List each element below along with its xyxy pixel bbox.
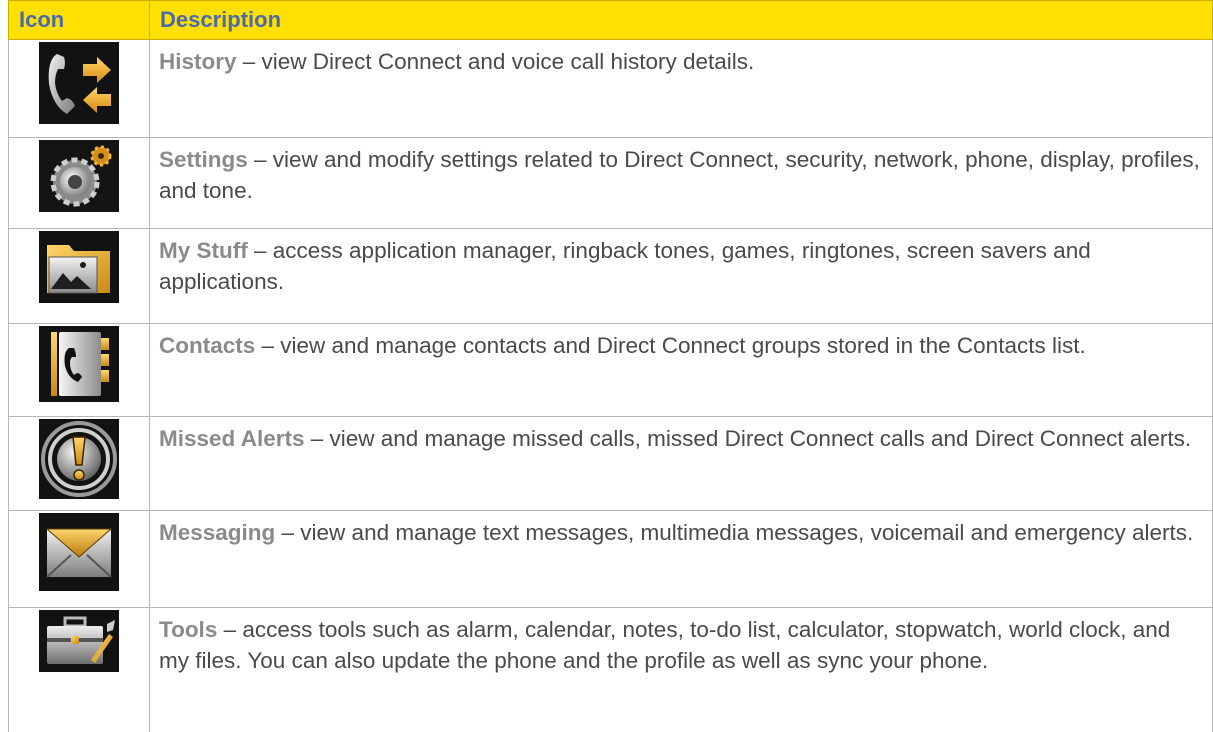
item-text: – view Direct Connect and voice call his…: [237, 49, 755, 74]
description-cell: Tools – access tools such as alarm, cale…: [150, 608, 1213, 732]
item-name: History: [159, 49, 237, 74]
item-text: – view and manage missed calls, missed D…: [304, 426, 1191, 451]
description-cell: History – view Direct Connect and voice …: [150, 40, 1213, 138]
icon-cell: [9, 608, 150, 732]
my-stuff-folder-icon: [39, 231, 119, 303]
item-text: – access tools such as alarm, calendar, …: [159, 617, 1170, 673]
item-name: Settings: [159, 147, 248, 172]
item-name: Missed Alerts: [159, 426, 304, 451]
table-header-row: Icon Description: [9, 1, 1213, 40]
header-icon: Icon: [9, 1, 150, 40]
table-row: Messaging – view and manage text message…: [9, 511, 1213, 608]
item-text: – view and modify settings related to Di…: [159, 147, 1200, 203]
table-row: Missed Alerts – view and manage missed c…: [9, 417, 1213, 511]
table-row: History – view Direct Connect and voice …: [9, 40, 1213, 138]
table-row: Settings – view and modify settings rela…: [9, 138, 1213, 229]
description-cell: My Stuff – access application manager, r…: [150, 229, 1213, 324]
icon-cell: [9, 229, 150, 324]
description-cell: Messaging – view and manage text message…: [150, 511, 1213, 608]
settings-gears-icon: [39, 140, 119, 212]
description-cell: Missed Alerts – view and manage missed c…: [150, 417, 1213, 511]
item-name: Tools: [159, 617, 217, 642]
description-cell: Contacts – view and manage contacts and …: [150, 324, 1213, 417]
table-row: Tools – access tools such as alarm, cale…: [9, 608, 1213, 732]
missed-alerts-icon: [39, 419, 119, 499]
icon-description-table: Icon Description: [8, 0, 1213, 732]
icon-cell: [9, 138, 150, 229]
table-row: My Stuff – access application manager, r…: [9, 229, 1213, 324]
item-name: My Stuff: [159, 238, 248, 263]
messaging-envelope-icon: [39, 513, 119, 591]
table-row: Contacts – view and manage contacts and …: [9, 324, 1213, 417]
description-cell: Settings – view and modify settings rela…: [150, 138, 1213, 229]
phone-history-icon: [39, 42, 119, 124]
icon-cell: [9, 324, 150, 417]
item-text: – view and manage text messages, multime…: [275, 520, 1193, 545]
icon-cell: [9, 40, 150, 138]
item-text: – access application manager, ringback t…: [159, 238, 1091, 294]
header-description: Description: [150, 1, 1213, 40]
icon-cell: [9, 511, 150, 608]
item-name: Messaging: [159, 520, 275, 545]
icon-cell: [9, 417, 150, 511]
item-text: – view and manage contacts and Direct Co…: [255, 333, 1085, 358]
contacts-book-icon: [39, 326, 119, 402]
tools-toolbox-icon: [39, 610, 119, 672]
item-name: Contacts: [159, 333, 255, 358]
